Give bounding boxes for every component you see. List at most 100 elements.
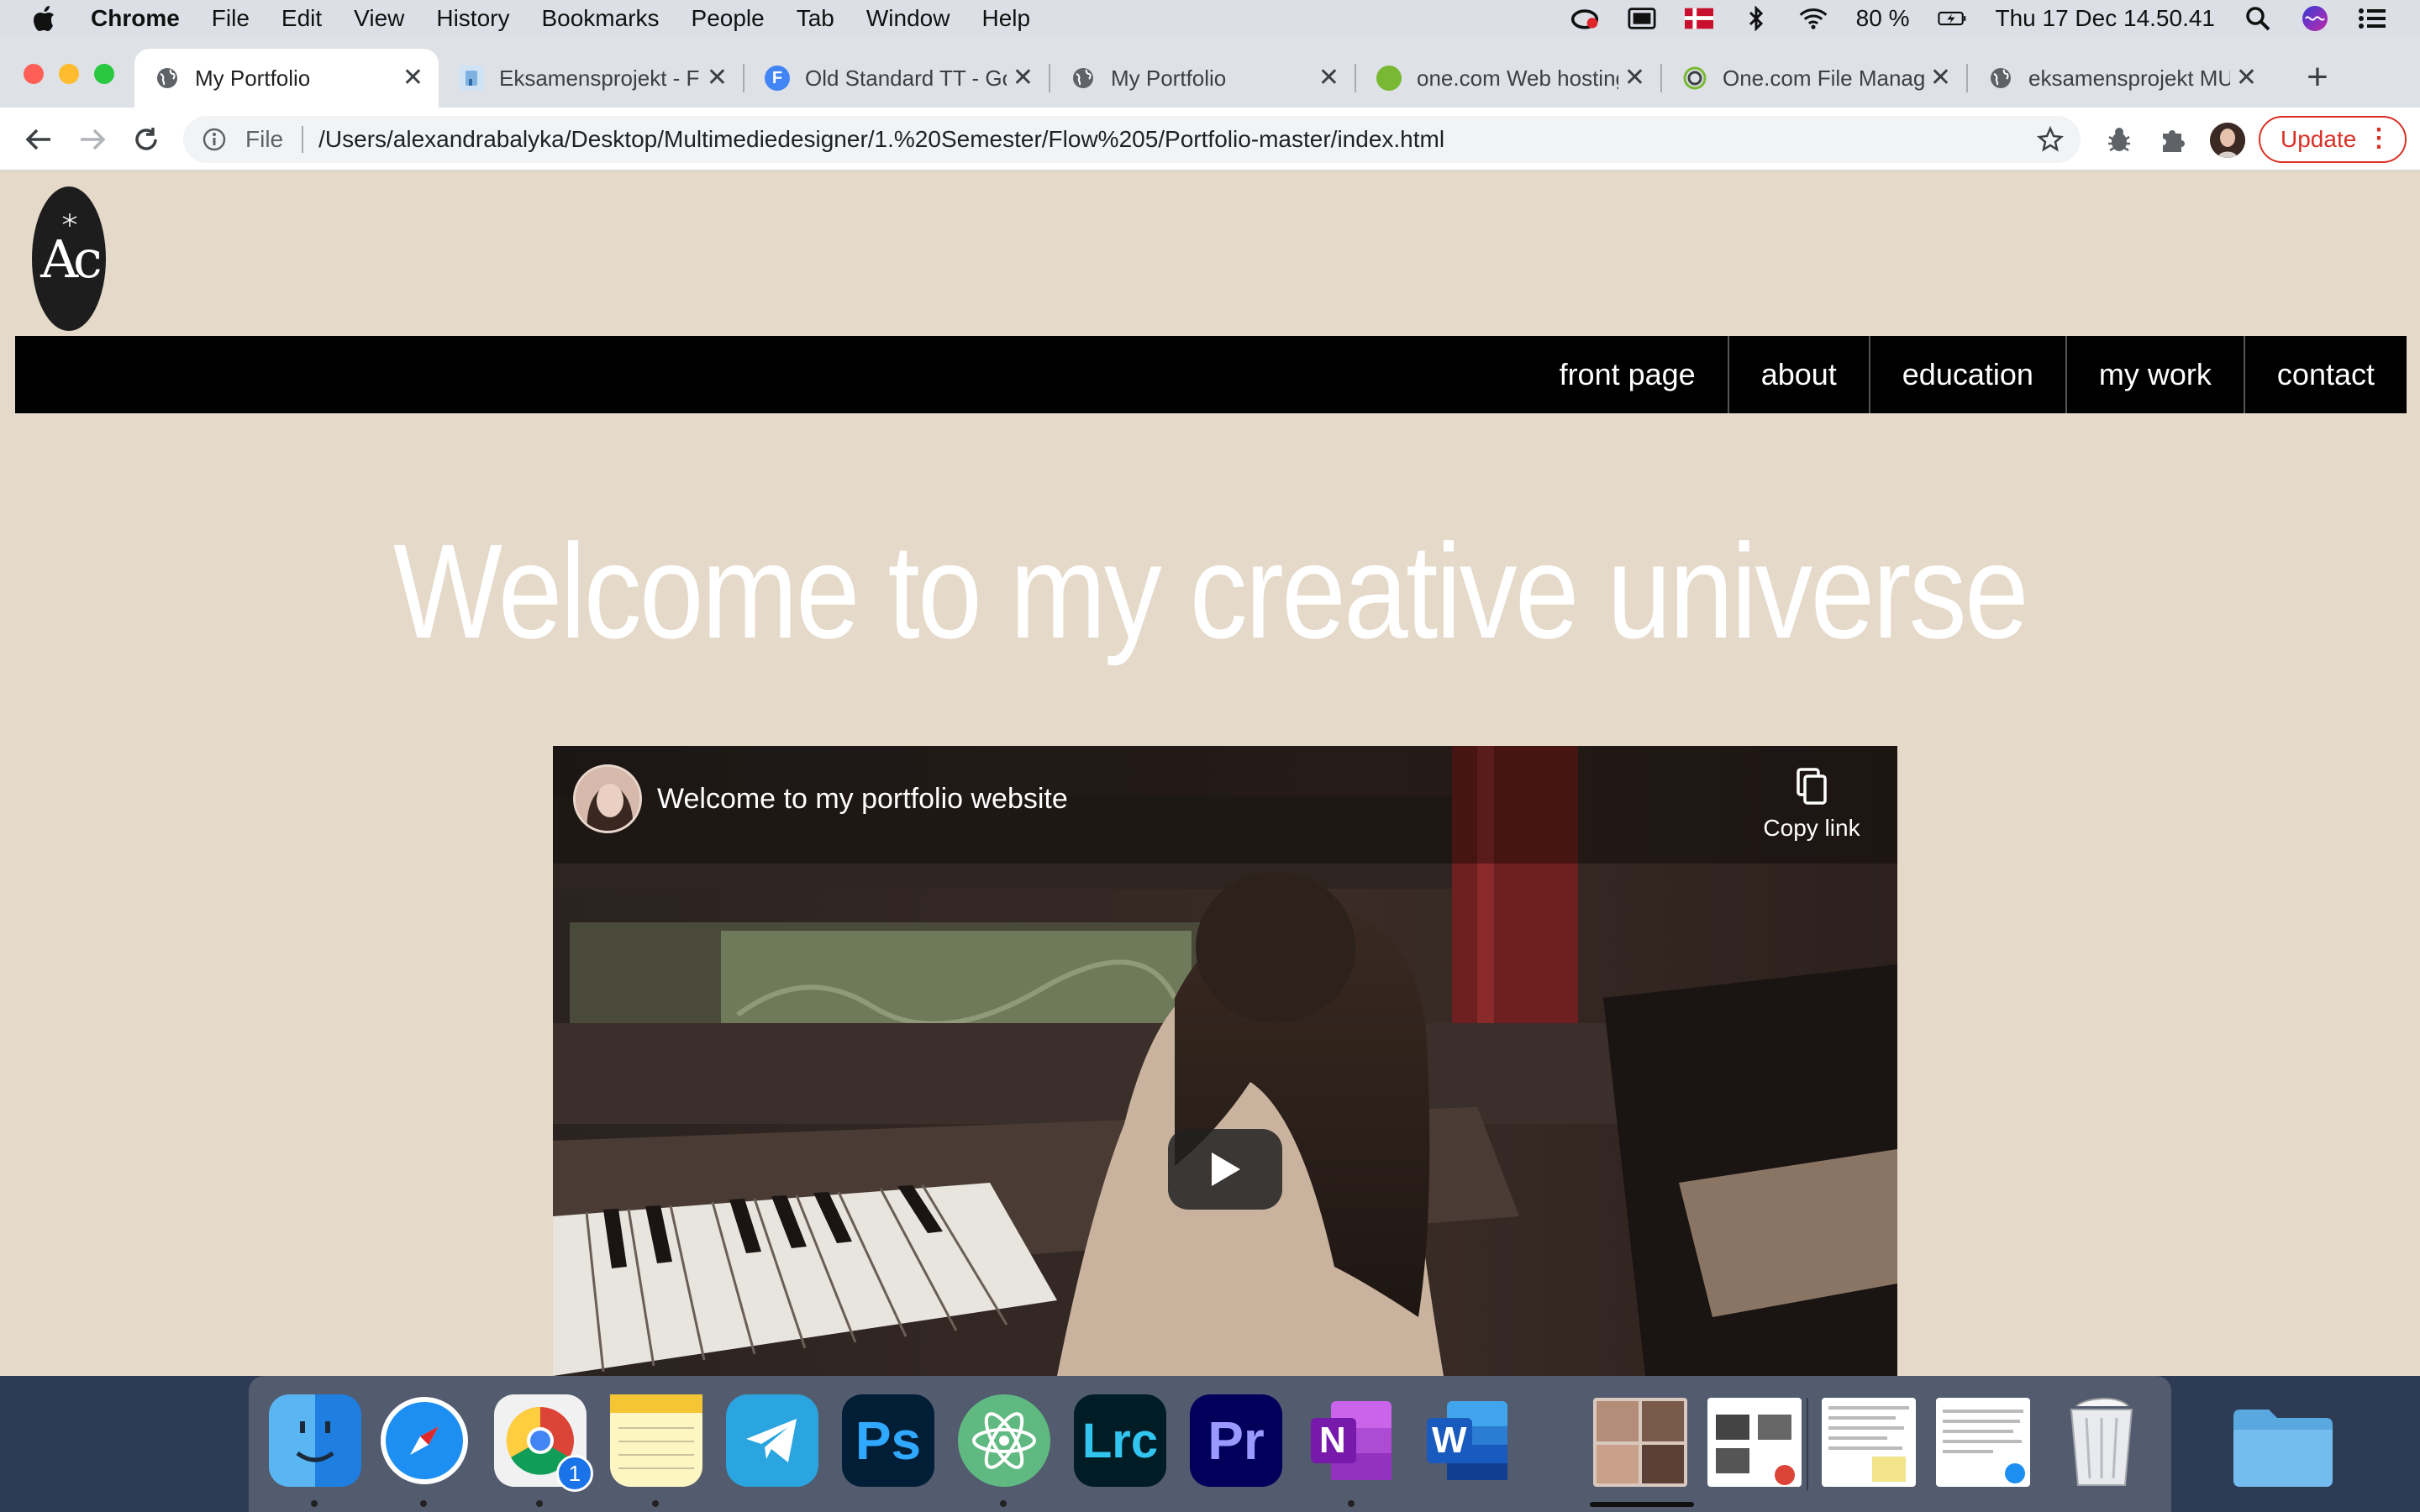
document-thumbnail-1[interactable] xyxy=(1707,1398,1802,1487)
hero-headline: Welcome to my creative universe xyxy=(393,516,2029,666)
premiere-pro-icon[interactable]: Pr xyxy=(1190,1394,1282,1487)
chrome-icon[interactable]: 1 xyxy=(494,1394,593,1492)
finder-icon[interactable] xyxy=(269,1394,361,1487)
channel-avatar[interactable] xyxy=(573,764,642,833)
menu-tab[interactable]: Tab xyxy=(797,5,834,32)
url-text[interactable]: /Users/alexandrabalyka/Desktop/Multimedi… xyxy=(318,126,1444,153)
creative-cloud-icon[interactable] xyxy=(1570,7,1599,30)
notes-icon[interactable] xyxy=(610,1394,702,1487)
nav-education[interactable]: education xyxy=(1868,336,2065,413)
tab-label: My Portfolio xyxy=(1111,65,1227,91)
profile-avatar[interactable] xyxy=(2210,123,2245,158)
kebab-menu-icon[interactable]: ⋮ xyxy=(2366,126,2391,151)
tab-label: My Portfolio xyxy=(195,65,311,91)
menu-history[interactable]: History xyxy=(436,5,509,32)
globe-icon xyxy=(1988,66,2013,91)
trash-icon[interactable] xyxy=(2055,1394,2148,1487)
nav-about[interactable]: about xyxy=(1727,336,1869,413)
bluetooth-icon[interactable] xyxy=(1742,6,1770,31)
photos-stack-thumbnail[interactable] xyxy=(1593,1398,1687,1487)
folder-icon[interactable] xyxy=(2230,1404,2336,1488)
close-tab-icon[interactable]: ✕ xyxy=(1624,66,1645,91)
tab-eksamensprojekt[interactable]: Eksamensprojekt - Fi ✕ xyxy=(439,49,743,108)
tab-onecom-file-manager[interactable]: One.com File Manage ✕ xyxy=(1662,49,1966,108)
tab-onecom-web-hosting[interactable]: one.com Web hosting ✕ xyxy=(1356,49,1660,108)
close-tab-icon[interactable]: ✕ xyxy=(402,66,424,91)
new-tab-button[interactable]: + xyxy=(2294,54,2341,101)
address-bar[interactable]: File /Users/alexandrabalyka/Desktop/Mult… xyxy=(183,116,2081,163)
macos-menu-bar: Chrome File Edit View History Bookmarks … xyxy=(0,0,2420,37)
extension-bug-icon[interactable] xyxy=(2102,123,2136,156)
globe-icon xyxy=(1071,66,1096,91)
tab-label: Old Standard TT - Go xyxy=(805,65,1007,91)
macos-dock: 1 Ps Lrc Pr N W xyxy=(249,1376,2171,1512)
spotlight-search-icon[interactable] xyxy=(2244,7,2272,31)
reload-button[interactable] xyxy=(128,121,165,158)
copy-link-button[interactable]: Copy link xyxy=(1761,766,1862,842)
apple-icon[interactable] xyxy=(32,5,69,32)
wifi-icon[interactable] xyxy=(1799,7,1828,30)
menubar-clock[interactable]: Thu 17 Dec 14.50.41 xyxy=(1995,5,2215,32)
tab-eksamensprojekt-mu[interactable]: eksamensprojekt MU ✕ xyxy=(1968,49,2272,108)
desktop-background: 1 Ps Lrc Pr N W xyxy=(0,1376,2420,1512)
word-icon[interactable]: W xyxy=(1422,1394,1514,1487)
tab-my-portfolio-active[interactable]: My Portfolio ✕ xyxy=(134,49,439,108)
nav-front-page[interactable]: front page xyxy=(1528,336,1728,413)
close-tab-icon[interactable]: ✕ xyxy=(1318,66,1339,91)
screen-mirror-icon[interactable] xyxy=(1628,7,1656,30)
video-title[interactable]: Welcome to my portfolio website xyxy=(657,783,1068,816)
onenote-icon[interactable]: N xyxy=(1306,1394,1398,1487)
close-tab-icon[interactable]: ✕ xyxy=(707,66,728,91)
play-button[interactable] xyxy=(1168,1129,1282,1210)
stack-indicator xyxy=(1590,1502,1694,1507)
onecom-icon xyxy=(1376,66,1402,91)
nav-contact[interactable]: contact xyxy=(2243,336,2407,413)
document-thumbnail-3[interactable] xyxy=(1936,1398,2030,1487)
tab-label: one.com Web hosting xyxy=(1417,65,1618,91)
photoshop-icon[interactable]: Ps xyxy=(842,1394,934,1487)
update-chrome-button[interactable]: Update ⋮ xyxy=(2259,116,2407,163)
tab-my-portfolio[interactable]: My Portfolio ✕ xyxy=(1050,49,1355,108)
tab-old-standard-tt[interactable]: F Old Standard TT - Go ✕ xyxy=(744,49,1049,108)
info-icon[interactable] xyxy=(202,127,227,152)
back-button[interactable] xyxy=(20,121,57,158)
dock-divider xyxy=(1807,1398,1808,1490)
site-logo[interactable]: Ac xyxy=(32,186,106,331)
extensions-puzzle-icon[interactable] xyxy=(2156,123,2190,156)
update-label: Update xyxy=(2281,126,2357,152)
notification-center-icon[interactable] xyxy=(2358,7,2386,30)
nav-my-work[interactable]: my work xyxy=(2065,336,2244,413)
bookmark-star-icon[interactable] xyxy=(2037,125,2064,159)
document-thumbnail-2[interactable] xyxy=(1822,1398,1916,1487)
tab-label: Eksamensprojekt - Fi xyxy=(499,65,701,91)
globe-icon xyxy=(155,66,180,91)
menu-edit[interactable]: Edit xyxy=(281,5,322,32)
lightroom-classic-icon[interactable]: Lrc xyxy=(1074,1394,1166,1487)
minimize-window-button[interactable] xyxy=(59,64,79,84)
zoom-window-button[interactable] xyxy=(94,64,114,84)
telegram-icon[interactable] xyxy=(726,1394,818,1487)
menu-file[interactable]: File xyxy=(212,5,250,32)
menu-people[interactable]: People xyxy=(692,5,765,32)
close-window-button[interactable] xyxy=(24,64,44,84)
safari-icon[interactable] xyxy=(378,1394,471,1487)
menu-help[interactable]: Help xyxy=(981,5,1030,32)
tab-label: eksamensprojekt MU xyxy=(2028,65,2230,91)
siri-icon[interactable] xyxy=(2301,6,2329,31)
battery-charging-icon[interactable] xyxy=(1938,7,1966,30)
close-tab-icon[interactable]: ✕ xyxy=(1013,66,1034,91)
forward-button[interactable] xyxy=(74,121,111,158)
atom-icon[interactable] xyxy=(958,1394,1050,1487)
embedded-video-player[interactable]: Welcome to my portfolio website Copy lin… xyxy=(553,746,1897,1376)
menu-bookmarks[interactable]: Bookmarks xyxy=(541,5,659,32)
chrome-toolbar: File /Users/alexandrabalyka/Desktop/Mult… xyxy=(0,108,2420,171)
menu-view[interactable]: View xyxy=(354,5,404,32)
menu-app-chrome[interactable]: Chrome xyxy=(91,5,180,32)
danish-flag-icon[interactable] xyxy=(1684,7,1713,30)
video-thumbnail xyxy=(553,746,1897,1376)
fonts-icon: F xyxy=(765,66,790,91)
menu-window[interactable]: Window xyxy=(866,5,950,32)
close-tab-icon[interactable]: ✕ xyxy=(1930,66,1951,91)
play-icon xyxy=(1212,1152,1240,1186)
close-tab-icon[interactable]: ✕ xyxy=(2236,66,2257,91)
